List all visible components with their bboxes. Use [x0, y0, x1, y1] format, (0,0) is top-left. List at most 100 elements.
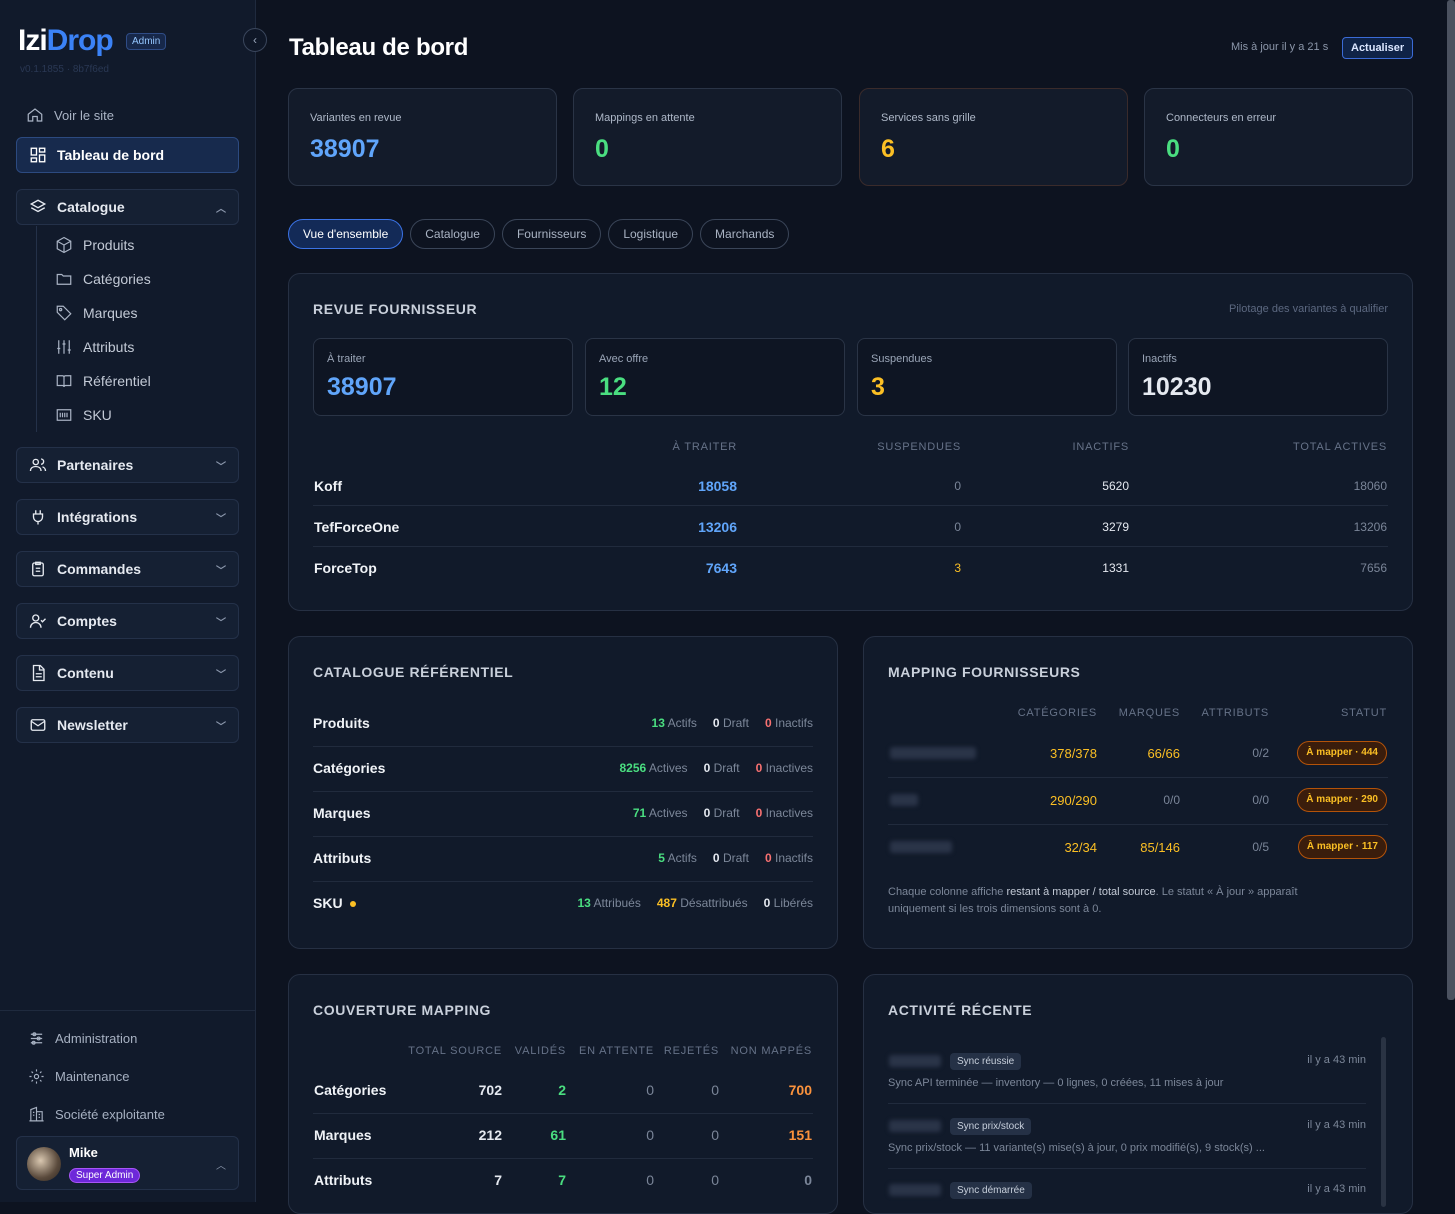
status-badge: À mapper · 290	[1297, 788, 1387, 812]
sidebar-group-comptes[interactable]: Comptes ﹀	[16, 603, 239, 639]
activity-badge: Sync prix/stock	[950, 1118, 1032, 1135]
chevron-down-icon: ﹀	[216, 618, 226, 629]
sidebar-group-integrations[interactable]: Intégrations ﹀	[16, 499, 239, 535]
card-title: REVUE FOURNISSEUR	[313, 301, 478, 317]
sidebar-item-categories[interactable]: Catégories	[55, 270, 151, 288]
warning-dot-icon	[350, 901, 356, 907]
clipboard-icon	[32, 561, 44, 577]
blurred-supplier-name	[889, 1120, 941, 1132]
tab-marchands[interactable]: Marchands	[700, 219, 790, 249]
sidebar-group-partenaires[interactable]: Partenaires ﹀	[16, 447, 239, 483]
sidebar-group-newsletter[interactable]: Newsletter ﹀	[16, 707, 239, 743]
plug-icon	[32, 510, 44, 525]
chevron-down-icon: ﹀	[216, 566, 226, 577]
mini-inactifs: Inactifs 10230	[1128, 338, 1388, 416]
mini-avec-offre: Avec offre 12	[585, 338, 845, 416]
catalogue-referentiel-card: CATALOGUE RÉFÉRENTIEL Produits 13 Actifs 0…	[288, 636, 838, 949]
folder-icon	[56, 273, 72, 285]
sidebar-link-maintenance[interactable]: Maintenance	[28, 1068, 129, 1085]
status-badge: À mapper · 117	[1297, 835, 1387, 859]
user-check-icon	[29, 614, 46, 628]
sidebar-group-catalogue[interactable]: Catalogue ︿	[16, 189, 239, 225]
kpi-services[interactable]: Services sans grille 6	[859, 88, 1128, 186]
chevron-down-icon: ﹀	[216, 722, 226, 733]
tab-vue-ensemble[interactable]: Vue d'ensemble	[288, 219, 404, 249]
activity-badge: Sync démarrée	[950, 1182, 1032, 1199]
layers-icon	[29, 199, 47, 213]
tab-fournisseurs[interactable]: Fournisseurs	[501, 219, 602, 249]
sidebar: IziDrop Admin v0.1.1855 · 8b7f6ed ‹ Voir…	[0, 0, 267, 1202]
col-total-actives: TOTAL ACTIVES	[1293, 441, 1387, 453]
activite-recente-card: ACTIVITÉ RÉCENTE Sync réussie il y a 43 …	[863, 974, 1413, 1214]
sidebar-group-commandes[interactable]: Commandes ﹀	[16, 551, 239, 587]
revue-fournisseur-card: REVUE FOURNISSEUR Pilotage des variantes…	[288, 273, 1413, 611]
kpi-variantes[interactable]: Variantes en revue 38907	[288, 88, 557, 186]
sidebar-link-administration[interactable]: Administration	[28, 1030, 137, 1047]
card-title: ACTIVITÉ RÉCENTE	[888, 1002, 1033, 1018]
box-icon	[56, 236, 72, 254]
blurred-supplier-name	[889, 1184, 941, 1196]
user-name: Mike	[69, 1145, 98, 1160]
dashboard-icon	[30, 147, 46, 163]
sidebar-item-produits[interactable]: Produits	[55, 236, 134, 254]
card-title: CATALOGUE RÉFÉRENTIEL	[313, 664, 514, 680]
user-menu[interactable]: Mike Super Admin ︿	[16, 1136, 239, 1190]
barcode-icon	[56, 409, 72, 421]
users-icon	[29, 458, 47, 472]
col-a-traiter: À TRAITER	[672, 441, 737, 453]
refresh-button[interactable]: Actualiser	[1342, 37, 1414, 59]
kpi-mappings[interactable]: Mappings en attente 0	[573, 88, 842, 186]
mapping-note: Chaque colonne affiche restant à mapper …	[888, 886, 1298, 915]
activity-badge: Sync réussie	[950, 1053, 1022, 1070]
card-title: MAPPING FOURNISSEURS	[888, 664, 1081, 680]
sidebar-item-sku[interactable]: SKU	[55, 406, 112, 424]
chevron-down-icon: ﹀	[216, 462, 226, 473]
sidebar-link-societe[interactable]: Société exploitante	[28, 1106, 165, 1123]
mini-suspendues: Suspendues 3	[857, 338, 1117, 416]
view-site-link[interactable]: Voir le site	[26, 106, 114, 124]
page-title: Tableau de bord	[289, 34, 469, 61]
status-badge: À mapper · 444	[1297, 741, 1387, 765]
blurred-supplier-name	[889, 1055, 941, 1067]
mail-icon	[30, 719, 46, 731]
tab-logistique[interactable]: Logistique	[608, 219, 694, 249]
sidebar-item-referentiel[interactable]: Référentiel	[55, 372, 151, 390]
kpi-connecteurs[interactable]: Connecteurs en erreur 0	[1144, 88, 1413, 186]
last-updated: Mis à jour il y a 21 s	[1231, 41, 1329, 53]
col-inactifs: INACTIFS	[1072, 441, 1129, 453]
blurred-supplier-name	[890, 841, 952, 853]
card-title: COUVERTURE MAPPING	[313, 1002, 492, 1018]
page-scrollbar[interactable]	[1447, 0, 1455, 1000]
tag-icon	[56, 305, 72, 321]
building-icon	[29, 1106, 44, 1122]
app-version: v0.1.1855 · 8b7f6ed	[20, 64, 109, 75]
settings-sliders-icon	[30, 1032, 43, 1045]
home-icon	[27, 108, 43, 122]
admin-badge: Admin	[126, 33, 167, 50]
chevron-down-icon: ﹀	[216, 514, 226, 525]
sidebar-item-dashboard[interactable]: Tableau de bord	[16, 137, 239, 173]
blurred-supplier-name	[890, 747, 976, 759]
activity-scrollbar[interactable]	[1381, 1037, 1386, 1207]
book-icon	[56, 375, 72, 388]
main-content: Tableau de bord Mis à jour il y a 21 s A…	[257, 0, 1455, 1214]
chevron-down-icon: ﹀	[216, 670, 226, 681]
blurred-supplier-name	[890, 794, 918, 806]
gear-icon	[29, 1069, 44, 1084]
mapping-fournisseurs-card: MAPPING FOURNISSEURS CATÉGORIES MARQUES …	[863, 636, 1413, 949]
sidebar-item-attributs[interactable]: Attributs	[55, 338, 134, 356]
col-suspendues: SUSPENDUES	[877, 441, 961, 453]
couverture-mapping-card: COUVERTURE MAPPING TOTAL SOURCE VALIDÉS …	[288, 974, 838, 1214]
mini-a-traiter: À traiter 38907	[313, 338, 573, 416]
sidebar-item-marques[interactable]: Marques	[55, 304, 137, 322]
user-role-badge: Super Admin	[69, 1168, 141, 1183]
app-logo[interactable]: IziDrop	[18, 24, 114, 58]
tab-catalogue[interactable]: Catalogue	[410, 219, 495, 249]
chevron-up-icon: ︿	[216, 204, 226, 215]
chevron-up-icon: ︿	[216, 1161, 226, 1172]
tab-bar: Vue d'ensemble Catalogue Fournisseurs Lo…	[288, 219, 790, 249]
sidebar-group-contenu[interactable]: Contenu ﹀	[16, 655, 239, 691]
file-text-icon	[32, 664, 45, 682]
card-subtitle: Pilotage des variantes à qualifier	[1229, 303, 1388, 315]
avatar	[27, 1147, 61, 1181]
